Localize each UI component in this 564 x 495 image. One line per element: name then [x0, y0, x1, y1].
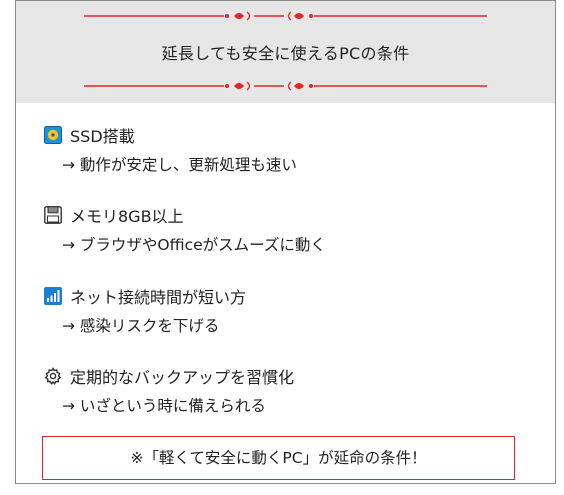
list-item-ssd: SSD搭載 → 動作が安定し、更新処理も速い	[44, 124, 297, 175]
ssd-icon	[44, 126, 62, 144]
info-card: 延長しても安全に使えるPCの条件 SSD搭載 → 動作が安定し、更新処理も速い …	[15, 0, 556, 484]
item-title: ネット接続時間が短い方	[70, 288, 247, 307]
item-detail: → 感染リスクを下げる	[62, 317, 220, 335]
item-detail: → 動作が安定し、更新処理も速い	[62, 156, 297, 174]
item-title: SSD搭載	[70, 127, 135, 146]
list-item-backup: 定期的なバックアップを習慣化 → いざという時に備えられる	[44, 365, 294, 416]
card-header: 延長しても安全に使えるPCの条件	[16, 1, 555, 103]
gear-icon	[44, 367, 62, 385]
item-detail: → ブラウザやOfficeがスムーズに動く	[62, 236, 326, 254]
item-title: 定期的なバックアップを習慣化	[70, 368, 295, 387]
item-title: メモリ8GB以上	[70, 207, 184, 226]
ornament-divider-top	[84, 11, 487, 21]
header-title: 延長しても安全に使えるPCの条件	[161, 44, 410, 63]
ornament-divider-bottom	[84, 81, 487, 91]
floppy-disk-icon	[44, 206, 62, 224]
signal-bars-icon	[44, 287, 62, 305]
item-detail: → いざという時に備えられる	[62, 397, 266, 415]
list-item-network: ネット接続時間が短い方 → 感染リスクを下げる	[44, 285, 246, 336]
callout-box: ※「軽くて安全に動くPC」が延命の条件！	[42, 436, 515, 480]
list-item-memory: メモリ8GB以上 → ブラウザやOfficeがスムーズに動く	[44, 204, 326, 255]
